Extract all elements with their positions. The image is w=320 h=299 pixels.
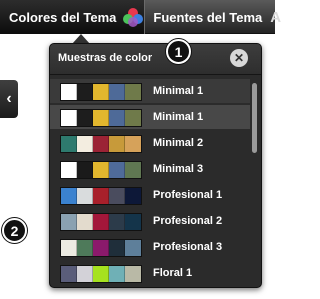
color-swatch bbox=[61, 188, 77, 204]
color-swatch bbox=[125, 266, 141, 282]
color-swatch-strip bbox=[60, 239, 142, 257]
theme-list: Minimal 1 Minimal 1 Minimal 2 Minimal 3 Prof… bbox=[50, 77, 250, 287]
theme-name: Profesional 2 bbox=[153, 215, 223, 227]
color-swatch bbox=[125, 188, 141, 204]
theme-row[interactable]: Minimal 1 bbox=[50, 105, 250, 129]
theme-colors-button[interactable]: Colores del Tema bbox=[0, 0, 146, 34]
close-icon[interactable]: ✕ bbox=[230, 49, 248, 67]
popup-header: Muestras de color ✕ bbox=[50, 44, 261, 75]
callout-2: 2 bbox=[2, 218, 27, 243]
color-swatch-strip bbox=[60, 213, 142, 231]
chevron-left-icon: ‹ bbox=[6, 90, 12, 107]
theme-row[interactable]: Profesional 1 bbox=[50, 183, 250, 207]
color-swatch bbox=[93, 162, 109, 178]
color-swatch bbox=[77, 266, 93, 282]
theme-name: Floral 1 bbox=[153, 267, 193, 279]
color-swatch bbox=[61, 110, 77, 126]
theme-name: Minimal 2 bbox=[153, 137, 204, 149]
color-swatch bbox=[93, 266, 109, 282]
color-swatch bbox=[93, 240, 109, 256]
color-swatch bbox=[125, 240, 141, 256]
theme-row[interactable]: Minimal 3 bbox=[50, 157, 250, 181]
color-swatch bbox=[77, 84, 93, 100]
color-swatch bbox=[93, 214, 109, 230]
color-swatch bbox=[109, 110, 125, 126]
color-swatch bbox=[93, 110, 109, 126]
color-swatch bbox=[109, 240, 125, 256]
color-swatch bbox=[61, 214, 77, 230]
theme-name: Profesional 3 bbox=[153, 241, 223, 253]
color-swatch bbox=[93, 136, 109, 152]
color-swatch bbox=[77, 110, 93, 126]
color-swatch bbox=[61, 266, 77, 282]
theme-row[interactable]: Minimal 1 bbox=[50, 79, 250, 103]
color-swatch bbox=[125, 214, 141, 230]
collapse-panel-button[interactable]: ‹ bbox=[0, 80, 18, 118]
color-swatch bbox=[109, 162, 125, 178]
color-swatch bbox=[61, 84, 77, 100]
color-swatch bbox=[125, 136, 141, 152]
theme-name: Minimal 1 bbox=[153, 111, 204, 123]
color-swatch bbox=[93, 188, 109, 204]
color-swatch bbox=[109, 84, 125, 100]
theme-row[interactable]: Profesional 2 bbox=[50, 209, 250, 233]
color-swatch bbox=[125, 162, 141, 178]
color-swatch bbox=[93, 84, 109, 100]
theme-name: Profesional 1 bbox=[153, 189, 223, 201]
theme-name: Minimal 3 bbox=[153, 163, 204, 175]
color-swatches-popup: Muestras de color ✕ Minimal 1 Minimal 1 Mi… bbox=[49, 43, 262, 288]
color-swatch bbox=[77, 240, 93, 256]
scrollbar-thumb[interactable] bbox=[252, 83, 257, 153]
scrollbar-track[interactable] bbox=[250, 77, 261, 287]
color-swatch bbox=[61, 240, 77, 256]
color-swatch bbox=[109, 136, 125, 152]
color-swatch-strip bbox=[60, 161, 142, 179]
color-swatch bbox=[61, 162, 77, 178]
color-swatch bbox=[125, 110, 141, 126]
color-swatch bbox=[109, 188, 125, 204]
color-swatch-strip bbox=[60, 109, 142, 127]
popup-title: Muestras de color bbox=[58, 52, 153, 64]
font-icon: A bbox=[270, 8, 282, 26]
theme-colors-label: Colores del Tema bbox=[9, 9, 117, 25]
color-swatch bbox=[109, 214, 125, 230]
color-swatch bbox=[77, 136, 93, 152]
theme-row[interactable]: Minimal 2 bbox=[50, 131, 250, 155]
color-swatch-strip bbox=[60, 135, 142, 153]
theme-row[interactable]: Profesional 3 bbox=[50, 235, 250, 259]
color-swatch bbox=[77, 214, 93, 230]
color-swatch bbox=[125, 84, 141, 100]
theme-fonts-label: Fuentes del Tema bbox=[153, 9, 263, 25]
color-swatch bbox=[77, 188, 93, 204]
color-swatch bbox=[77, 162, 93, 178]
theme-name: Minimal 1 bbox=[153, 85, 204, 97]
color-swatch-strip bbox=[60, 187, 142, 205]
color-palette-icon bbox=[122, 8, 144, 27]
color-swatch-strip bbox=[60, 83, 142, 101]
theme-toolbar: Colores del Tema Fuentes del Tema A bbox=[0, 0, 281, 34]
color-swatch-strip bbox=[60, 265, 142, 283]
callout-1: 1 bbox=[166, 39, 191, 64]
theme-row[interactable]: Floral 1 bbox=[50, 261, 250, 285]
theme-fonts-button[interactable]: Fuentes del Tema A bbox=[145, 0, 281, 34]
color-swatch bbox=[109, 266, 125, 282]
color-swatch bbox=[61, 136, 77, 152]
